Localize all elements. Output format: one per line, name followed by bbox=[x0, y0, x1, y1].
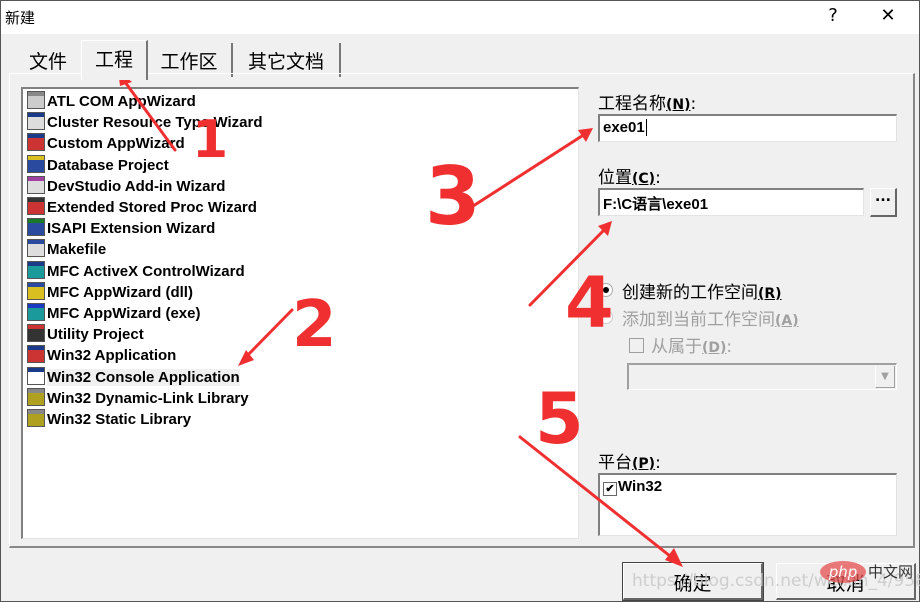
tab-files[interactable]: 文件 bbox=[15, 43, 83, 77]
project-type-item[interactable]: ISAPI Extension Wizard bbox=[27, 218, 215, 239]
project-type-label: ATL COM AppWizard bbox=[47, 93, 196, 110]
mfc-activex-icon bbox=[27, 260, 45, 279]
project-type-item[interactable]: Makefile bbox=[27, 239, 106, 260]
project-type-label: Database Project bbox=[47, 156, 169, 174]
dependency-combobox[interactable]: ▼ bbox=[627, 363, 897, 390]
utility-tools-icon bbox=[27, 324, 45, 343]
project-type-item[interactable]: DevStudio Add-in Wizard bbox=[27, 175, 226, 197]
project-type-item[interactable]: MFC AppWizard (dll) bbox=[27, 281, 193, 303]
project-type-item[interactable]: Utility Project bbox=[27, 324, 144, 345]
dependency-label: 从属于(D): bbox=[651, 337, 733, 357]
annotation-number-1: 1 bbox=[192, 110, 229, 170]
project-type-item[interactable]: Win32 Application bbox=[27, 345, 176, 366]
makefile-icon bbox=[27, 239, 45, 258]
platform-item-label: Win32 bbox=[618, 478, 663, 495]
atl-com-icon bbox=[27, 91, 45, 109]
location-value: F:\C语言\exe01 bbox=[603, 196, 709, 213]
project-name-value: exe01 bbox=[603, 119, 645, 136]
project-type-item[interactable]: Win32 Static Library bbox=[27, 409, 191, 430]
project-type-item[interactable]: Extended Stored Proc Wizard bbox=[27, 197, 257, 218]
stored-proc-icon bbox=[27, 197, 45, 215]
tab-other-documents[interactable]: 其它文档 bbox=[233, 43, 341, 77]
location-label: 位置(C): bbox=[598, 168, 661, 188]
project-type-label: MFC AppWizard (dll) bbox=[47, 283, 193, 301]
project-type-label: Extended Stored Proc Wizard bbox=[47, 199, 257, 216]
project-type-item[interactable]: Custom AppWizard bbox=[27, 133, 185, 154]
add-to-workspace-label[interactable]: 添加到当前工作空间(A) bbox=[622, 305, 799, 330]
project-type-label: Win32 Static Library bbox=[47, 411, 192, 428]
cluster-resource-icon bbox=[27, 112, 45, 131]
isapi-globe-icon bbox=[27, 218, 45, 237]
annotation-number-5: 5 bbox=[535, 378, 584, 460]
php-site-name: 中文网 bbox=[868, 563, 914, 581]
project-type-label: Makefile bbox=[47, 241, 107, 259]
text-caret bbox=[645, 119, 651, 136]
project-type-item[interactable]: MFC ActiveX ControlWizard bbox=[27, 260, 245, 282]
chevron-down-icon[interactable]: ▼ bbox=[875, 366, 895, 388]
mfc-exe-icon bbox=[27, 303, 45, 321]
tab-workspaces[interactable]: 工作区 bbox=[147, 43, 233, 77]
annotation-number-2: 2 bbox=[292, 288, 337, 362]
location-input[interactable]: F:\C语言\exe01 bbox=[598, 188, 864, 216]
project-type-label: Win32 Application bbox=[47, 347, 177, 365]
project-type-label: DevStudio Add-in Wizard bbox=[47, 177, 226, 195]
custom-appwizard-icon bbox=[27, 133, 45, 152]
project-type-item[interactable]: MFC AppWizard (exe) bbox=[27, 303, 200, 324]
project-name-label: 工程名称(N): bbox=[598, 94, 697, 114]
project-type-label: MFC ActiveX ControlWizard bbox=[47, 262, 245, 280]
annotation-number-4: 4 bbox=[565, 262, 614, 344]
platform-label: 平台(P): bbox=[598, 453, 661, 473]
project-type-label: Utility Project bbox=[47, 326, 144, 344]
win32-app-icon bbox=[27, 345, 45, 364]
project-type-label: MFC AppWizard (exe) bbox=[47, 305, 201, 322]
close-button[interactable]: ✕ bbox=[876, 5, 900, 29]
project-type-item[interactable]: Win32 Console Application bbox=[27, 366, 240, 388]
mfc-dll-icon bbox=[27, 281, 45, 300]
help-button[interactable]: ? bbox=[821, 5, 845, 29]
platform-list[interactable]: ✔ Win32 bbox=[598, 473, 897, 536]
project-type-label: ISAPI Extension Wizard bbox=[47, 220, 216, 238]
tab-projects[interactable]: 工程 bbox=[81, 40, 148, 80]
project-type-label: Win32 Dynamic-Link Library bbox=[47, 389, 249, 407]
devstudio-addin-icon bbox=[27, 175, 45, 194]
window-title: 新建 bbox=[5, 9, 36, 27]
php-logo: php bbox=[820, 561, 866, 583]
win32-lib-icon bbox=[27, 409, 45, 427]
new-dialog-window: 新建 ? ✕ 文件 工程 工作区 其它文档 ATL COM AppWizard C… bbox=[0, 0, 920, 602]
win32-console-icon bbox=[27, 366, 45, 385]
win32-dll-icon bbox=[27, 387, 45, 406]
browse-location-button[interactable]: ... bbox=[870, 188, 897, 217]
create-new-workspace-label[interactable]: 创建新的工作空间(R) bbox=[622, 278, 782, 303]
annotation-number-3: 3 bbox=[425, 150, 481, 243]
checkbox-checked-icon[interactable]: ✔ bbox=[603, 482, 617, 496]
project-name-input[interactable]: exe01 bbox=[598, 114, 897, 142]
dependency-checkbox[interactable] bbox=[629, 338, 644, 353]
project-type-label: Custom AppWizard bbox=[47, 135, 185, 153]
project-type-item[interactable]: ATL COM AppWizard bbox=[27, 91, 196, 112]
project-type-item[interactable]: Win32 Dynamic-Link Library bbox=[27, 387, 249, 409]
title-bar: 新建 ? ✕ bbox=[1, 1, 919, 34]
database-icon bbox=[27, 154, 45, 173]
project-type-label: Win32 Console Application bbox=[47, 368, 240, 386]
project-type-label: Cluster Resource Type Wizard bbox=[47, 114, 263, 132]
platform-item-win32[interactable]: ✔ Win32 bbox=[603, 478, 662, 496]
project-type-item[interactable]: Database Project bbox=[27, 154, 169, 176]
